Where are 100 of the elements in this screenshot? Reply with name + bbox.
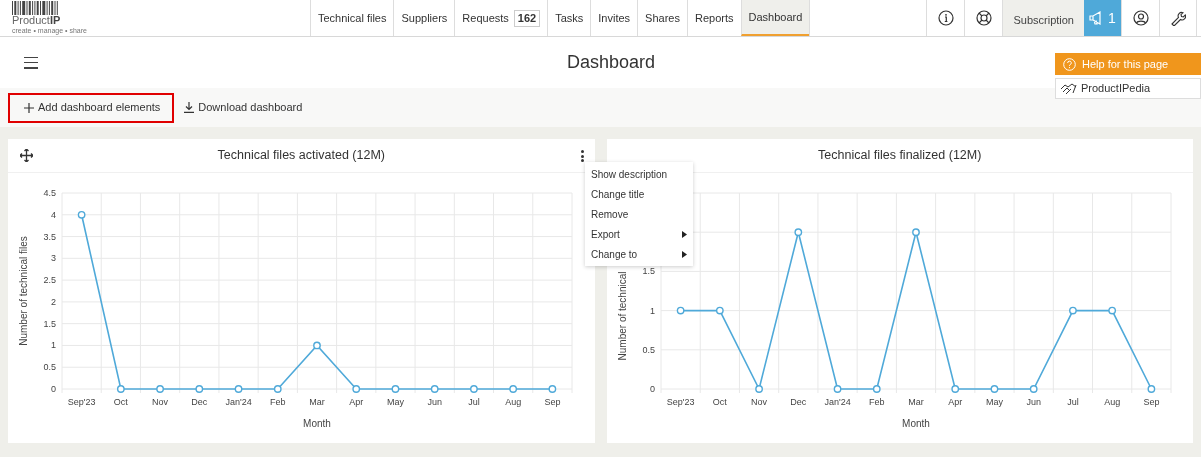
data-point — [77, 210, 86, 219]
axis-tick-label: Dec — [191, 397, 208, 407]
menu-button[interactable] — [24, 56, 38, 69]
axis-tick-label: Aug — [505, 397, 522, 407]
axis-tick-label: Apr — [349, 397, 364, 407]
data-point — [391, 385, 400, 393]
data-point — [1068, 306, 1077, 315]
download-button[interactable]: Download dashboard — [180, 92, 307, 123]
data-point — [872, 385, 881, 393]
axis-title: Number of technical — [616, 271, 628, 361]
data-point — [273, 385, 282, 393]
axis-tick-label: Jul — [1066, 397, 1079, 407]
data-point — [950, 385, 959, 393]
data-point — [116, 385, 125, 393]
axis-tick-label: Jul — [468, 397, 480, 407]
download-icon — [184, 102, 195, 113]
data-point — [430, 385, 439, 393]
axis-tick-label: 2 — [51, 296, 56, 307]
axis-tick-label: 4.5 — [43, 188, 56, 198]
axis-tick-label: Jun — [1025, 397, 1041, 407]
axis-tick-label: Feb — [270, 397, 286, 407]
data-point — [313, 341, 321, 350]
axis-tick-label: 3 — [51, 253, 56, 264]
data-point — [793, 228, 802, 237]
axis-tick-label: Mar — [907, 397, 924, 407]
data-point — [911, 228, 920, 237]
axis-tick-label: Oct — [113, 397, 128, 407]
logo-text: IP — [49, 15, 61, 26]
page-title: Dashboard — [566, 51, 656, 74]
axis-title: Number of technical files — [18, 236, 29, 346]
data-point — [676, 306, 685, 315]
wrench-icon — [1170, 10, 1186, 26]
lifebuoy-icon — [975, 10, 992, 26]
axis-tick-label: Nov — [152, 397, 169, 407]
menu-item[interactable]: Change title — [585, 184, 693, 204]
axis-tick-label: May — [985, 397, 1003, 407]
data-point — [234, 385, 243, 393]
menu-item[interactable]: Show description — [585, 164, 693, 184]
axis-tick-label: 0.5 — [642, 344, 655, 355]
axis-tick-label: Sep'23 — [666, 397, 694, 407]
question-icon — [1063, 57, 1076, 71]
axis-tick-label: Sep — [544, 397, 561, 407]
axis-tick-label: Apr — [947, 397, 962, 407]
axis-title: Month — [901, 418, 930, 429]
move-icon[interactable] — [20, 149, 33, 162]
data-point — [156, 385, 164, 393]
axis-tick-label: Jan'24 — [225, 397, 252, 407]
axis-tick-label: 2.5 — [43, 275, 56, 286]
data-point — [195, 385, 204, 393]
chart-title: Technical files finalized (12M) — [818, 147, 982, 165]
axis-tick-label: Sep'23 — [67, 397, 96, 407]
data-point — [548, 385, 557, 393]
axis-tick-label: Aug — [1103, 397, 1120, 407]
menu-item[interactable]: Export — [585, 224, 693, 244]
axis-tick-label: 1.5 — [642, 266, 655, 277]
data-point — [1147, 385, 1155, 393]
logo-text: Product — [12, 15, 50, 26]
data-point — [990, 385, 998, 393]
axis-tick-label: 1 — [649, 305, 655, 316]
settings-button[interactable] — [1159, 0, 1197, 36]
more-icon[interactable] — [580, 150, 585, 162]
axis-title: Month — [303, 418, 331, 429]
axis-tick-label: 0 — [649, 384, 655, 394]
user-icon — [1132, 10, 1149, 26]
axis-tick-label: Jan'24 — [823, 397, 851, 407]
data-point — [1029, 385, 1038, 393]
axis-tick-label: 0.5 — [43, 362, 56, 373]
axis-tick-label: 1 — [51, 340, 56, 351]
axis-tick-label: Mar — [309, 397, 325, 407]
axis-tick-label: Nov — [750, 397, 767, 407]
axis-tick-label: Feb — [868, 397, 885, 407]
chart-title: Technical files activated (12M) — [217, 147, 385, 165]
axis-tick-label: Oct — [712, 397, 727, 407]
nav-tab[interactable]: Dashboard — [740, 0, 810, 36]
plus-icon — [24, 102, 34, 113]
barcode-icon — [12, 1, 58, 15]
axis-tick-label: Sep — [1142, 397, 1159, 407]
menu-item[interactable]: Remove — [585, 204, 693, 224]
submenu-arrow-icon — [682, 250, 687, 258]
axis-tick-label: 1.5 — [43, 318, 56, 329]
data-point — [470, 385, 478, 393]
axis-tick-label: May — [386, 397, 404, 407]
info-icon — [937, 10, 954, 26]
axis-tick-label: 4 — [51, 209, 56, 220]
wiki-link[interactable]: ProductIPedia — [1055, 78, 1201, 99]
subscription-button[interactable]: Subscription — [1002, 0, 1084, 36]
axis-tick-label: Jun — [427, 397, 442, 407]
add-elements-button[interactable]: Add dashboard elements — [8, 92, 175, 123]
data-point — [509, 385, 518, 393]
data-point — [715, 306, 724, 315]
axis-tick-label: Dec — [789, 397, 806, 407]
axis-tick-label: 0 — [51, 384, 56, 394]
data-point — [754, 385, 763, 393]
submenu-arrow-icon — [682, 230, 687, 238]
axis-tick-label: 3.5 — [43, 231, 56, 242]
data-point — [833, 385, 841, 393]
handshake-icon — [1060, 82, 1077, 95]
menu-item[interactable]: Change to — [585, 244, 693, 264]
count-badge: 162 — [513, 9, 541, 27]
data-point — [352, 385, 361, 393]
